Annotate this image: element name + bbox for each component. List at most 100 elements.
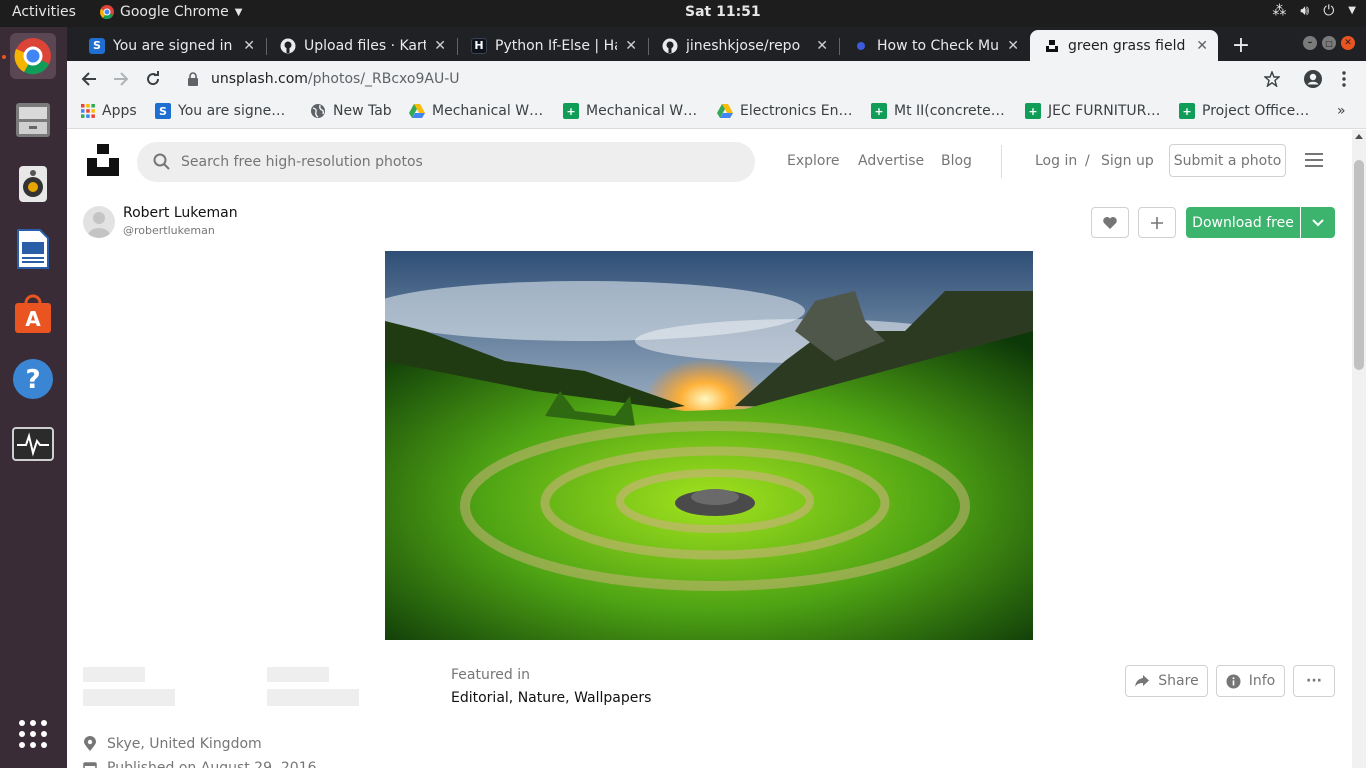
dock-software[interactable]: A [10, 291, 56, 337]
bookmark-item[interactable]: Mechanical W… [409, 103, 543, 119]
close-icon[interactable]: ✕ [1007, 38, 1019, 54]
bookmarks-overflow-button[interactable]: » [1337, 103, 1346, 119]
unsplash-icon [1046, 39, 1058, 52]
app-menu[interactable]: Google Chrome ▼ [100, 4, 242, 20]
info-button[interactable]: Info [1216, 665, 1285, 697]
tab[interactable]: H Python If-Else | Ha ✕ [457, 30, 647, 61]
bookmark-item[interactable]: Electronics En… [717, 103, 852, 119]
search-input[interactable] [181, 154, 721, 170]
tab-active[interactable]: green grass field d ✕ [1030, 30, 1218, 61]
tab[interactable]: S You are signed in a ✕ [75, 30, 265, 61]
drive-icon [717, 104, 733, 118]
minimize-button[interactable]: – [1303, 36, 1317, 50]
reload-button[interactable] [141, 67, 165, 91]
arrow-right-icon [114, 72, 129, 86]
submit-photo-button[interactable]: Submit a photo [1169, 144, 1286, 177]
profile-button[interactable] [1301, 67, 1325, 91]
share-label: Share [1158, 673, 1199, 689]
show-apps-button[interactable] [10, 711, 56, 757]
main-photo[interactable] [385, 251, 1033, 640]
chrome-small-icon [100, 5, 114, 19]
login-link[interactable]: Log in [1035, 153, 1077, 169]
views-stat-label-skeleton [83, 667, 145, 682]
bookmark-item[interactable]: New Tab [310, 103, 392, 119]
close-icon[interactable]: ✕ [243, 38, 255, 54]
search-bar[interactable] [137, 142, 755, 182]
bookmark-star-button[interactable] [1260, 67, 1284, 91]
unsplash-logo[interactable] [87, 144, 119, 176]
dock-help[interactable]: ? [10, 356, 56, 402]
like-button[interactable] [1091, 207, 1129, 238]
volume-icon[interactable]: 🔊︎ [1300, 3, 1309, 19]
share-button[interactable]: Share [1125, 665, 1208, 697]
close-icon[interactable]: ✕ [625, 38, 637, 54]
forward-button[interactable] [109, 67, 133, 91]
tab-title: Upload files · Karth [304, 37, 427, 54]
window-controls: – □ ✕ [1303, 36, 1355, 50]
bookmark-item[interactable]: S You are signe… [155, 103, 285, 119]
tab-title: Python If-Else | Ha [495, 37, 618, 54]
browser-toolbar: unsplash.com/photos/_RBcxo9AU-U [67, 61, 1366, 97]
dock-writer[interactable] [10, 226, 56, 272]
address-bar[interactable]: unsplash.com/photos/_RBcxo9AU-U [177, 63, 1287, 95]
tab-strip: S You are signed in a ✕ Upload files · K… [67, 27, 1366, 61]
tab[interactable]: Upload files · Karth ✕ [266, 30, 456, 61]
dock-chrome[interactable] [10, 33, 56, 79]
more-actions-button[interactable]: ··· [1293, 665, 1335, 697]
tab-title: green grass field d [1068, 37, 1189, 54]
author-handle[interactable]: @robertlukeman [123, 224, 215, 237]
tab[interactable]: How to Check Mul ✕ [839, 30, 1029, 61]
power-icon[interactable]: ⏻ [1323, 3, 1334, 19]
download-options-button[interactable] [1301, 207, 1335, 238]
account-icon [1304, 70, 1322, 88]
bookmark-item[interactable]: + Mt II(concrete… [871, 103, 1005, 119]
dock-files[interactable] [10, 96, 56, 142]
landscape-photo [385, 251, 1033, 640]
github-icon [280, 38, 296, 53]
dock-rhythmbox[interactable] [10, 161, 56, 207]
close-icon[interactable]: ✕ [816, 38, 828, 54]
network-icon[interactable]: ⁂ [1272, 3, 1286, 19]
hamburger-menu-button[interactable] [1305, 152, 1325, 172]
signup-link[interactable]: Sign up [1101, 153, 1154, 169]
download-button[interactable]: Download free [1186, 207, 1300, 238]
scroll-up-arrow[interactable] [1355, 134, 1363, 139]
page-scrollbar[interactable] [1352, 130, 1366, 768]
add-to-collection-button[interactable] [1138, 207, 1176, 238]
back-button[interactable] [77, 67, 101, 91]
tab[interactable]: jineshkjose/repo ✕ [648, 30, 838, 61]
url-path: /photos/_RBcxo9AU-U [307, 71, 460, 87]
nav-advertise[interactable]: Advertise [858, 153, 924, 169]
chrome-menu-button[interactable] [1332, 67, 1356, 91]
tab-title: You are signed in a [113, 37, 236, 54]
bookmark-label: Electronics En… [740, 103, 853, 119]
bookmark-apps[interactable]: Apps [81, 103, 137, 119]
new-tab-button[interactable]: + [1229, 33, 1253, 58]
system-tray[interactable]: ⁂ 🔊︎ ⏻ ▼ [1272, 3, 1356, 19]
activities-button[interactable]: Activities [12, 4, 76, 20]
info-icon [1226, 674, 1241, 688]
star-icon [1264, 71, 1280, 87]
chevron-down-icon[interactable]: ▼ [1348, 5, 1356, 19]
maximize-button[interactable]: □ [1322, 36, 1336, 50]
close-icon[interactable]: ✕ [1196, 38, 1208, 54]
more-icon: ··· [1306, 673, 1322, 689]
bookmark-item[interactable]: + JEC FURNITUR… [1025, 103, 1160, 119]
nav-explore[interactable]: Explore [787, 153, 840, 169]
location-row: Skye, United Kingdom [83, 736, 262, 752]
featured-collections[interactable]: Editorial, Nature, Wallpapers [451, 690, 651, 706]
close-icon[interactable]: ✕ [434, 38, 446, 54]
close-window-button[interactable]: ✕ [1341, 36, 1355, 50]
published-date: Published on August 29, 2016 [107, 760, 317, 768]
bookmark-item[interactable]: + Mechanical W… [563, 103, 697, 119]
dock-system-monitor[interactable] [10, 421, 56, 467]
bookmark-item[interactable]: + Project Office… [1179, 103, 1309, 119]
header-divider [1001, 145, 1002, 178]
location-text[interactable]: Skye, United Kingdom [107, 736, 262, 752]
clock[interactable]: Sat 11:51 [685, 4, 761, 20]
author-name[interactable]: Robert Lukeman [123, 205, 238, 221]
scrollbar-thumb[interactable] [1354, 160, 1364, 370]
author-avatar[interactable] [83, 206, 115, 238]
url-host: unsplash.com [211, 71, 308, 87]
nav-blog[interactable]: Blog [941, 153, 972, 169]
